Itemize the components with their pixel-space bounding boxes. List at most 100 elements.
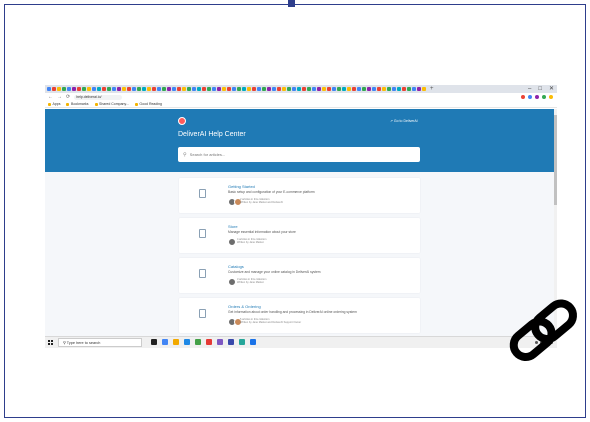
tab-favicon-icon[interactable] [347,87,351,91]
taskbar-app-icon[interactable] [173,339,179,345]
tab-favicon-icon[interactable] [57,87,61,91]
tab-favicon-icon[interactable] [167,87,171,91]
tab-favicon-icon[interactable] [292,87,296,91]
goto-deliverai-link[interactable]: ↗ Go to DeliverAI [390,119,418,123]
tab-favicon-icon[interactable] [282,87,286,91]
tab-favicon-icon[interactable] [372,87,376,91]
taskbar-app-icon[interactable] [217,339,223,345]
tab-favicon-icon[interactable] [222,87,226,91]
tab-favicon-icon[interactable] [387,87,391,91]
tab-favicon-icon[interactable] [287,87,291,91]
collection-card-orders[interactable]: Orders & Ordering Get information about … [179,298,420,333]
tab-favicon-icon[interactable] [377,87,381,91]
tab-favicon-icon[interactable] [77,87,81,91]
tab-favicon-icon[interactable] [152,87,156,91]
tab-favicon-icon[interactable] [402,87,406,91]
tab-favicon-icon[interactable] [392,87,396,91]
tab-favicon-icon[interactable] [137,87,141,91]
tab-favicon-icon[interactable] [67,87,71,91]
bookmark-shared[interactable]: Shared Company... [94,102,129,106]
tab-favicon-icon[interactable] [192,87,196,91]
tab-favicon-icon[interactable] [202,87,206,91]
taskbar-app-icon[interactable] [195,339,201,345]
tab-favicon-icon[interactable] [417,87,421,91]
collection-card-catalogs[interactable]: Catalogs Customize and manage your onlin… [179,258,420,293]
close-button[interactable]: ✕ [549,85,554,93]
tab-favicon-icon[interactable] [172,87,176,91]
tab-favicon-icon[interactable] [142,87,146,91]
tab-favicon-icon[interactable] [332,87,336,91]
collection-card-getting-started[interactable]: Getting Started Basic setup and configur… [179,178,420,213]
tab-favicon-icon[interactable] [52,87,56,91]
tab-favicon-icon[interactable] [227,87,231,91]
tab-favicon-icon[interactable] [312,87,316,91]
bookmark-bookmarks[interactable]: Bookmarks [66,102,89,106]
minimize-button[interactable]: – [528,85,531,93]
new-tab-button[interactable]: + [430,85,434,93]
windows-start-button[interactable] [48,340,53,345]
bookmark-good-reading[interactable]: Good Reading [134,102,162,106]
tab-favicon-icon[interactable] [82,87,86,91]
tab-favicon-icon[interactable] [217,87,221,91]
tab-favicon-icon[interactable] [232,87,236,91]
collection-card-store[interactable]: Store Manage essential information about… [179,218,420,253]
tab-favicon-icon[interactable] [407,87,411,91]
forward-button[interactable]: → [57,93,62,101]
tab-favicon-icon[interactable] [352,87,356,91]
tab-favicon-icon[interactable] [277,87,281,91]
taskbar-app-icon[interactable] [239,339,245,345]
tab-favicon-icon[interactable] [367,87,371,91]
taskbar-app-icon[interactable] [184,339,190,345]
tab-favicon-icon[interactable] [297,87,301,91]
back-button[interactable]: ← [48,93,53,101]
tab-favicon-icon[interactable] [247,87,251,91]
tab-favicon-icon[interactable] [357,87,361,91]
tab-favicon-icon[interactable] [397,87,401,91]
taskbar-app-icon[interactable] [250,339,256,345]
tab-favicon-icon[interactable] [102,87,106,91]
url-field[interactable]: help.deliverai.io/ [74,94,123,100]
tab-favicon-icon[interactable] [92,87,96,91]
logo-icon[interactable] [178,117,186,125]
tab-favicon-icon[interactable] [422,87,426,91]
tab-favicon-icon[interactable] [87,87,91,91]
taskbar-app-icon[interactable] [206,339,212,345]
tab-favicon-icon[interactable] [307,87,311,91]
extension-icon[interactable] [535,95,539,99]
extension-icon[interactable] [549,95,553,99]
search-box[interactable]: ⚲ [178,147,420,162]
taskbar-app-icon[interactable] [228,339,234,345]
tab-favicon-icon[interactable] [272,87,276,91]
tab-favicon-icon[interactable] [157,87,161,91]
tab-favicon-icon[interactable] [197,87,201,91]
extension-icon[interactable] [542,95,546,99]
taskbar-search[interactable]: ⚲ Type here to search [58,338,142,347]
tab-favicon-icon[interactable] [267,87,271,91]
reload-button[interactable]: ⟳ [66,93,70,101]
taskbar-app-icon[interactable] [162,339,168,345]
tab-favicon-icon[interactable] [327,87,331,91]
tab-favicon-icon[interactable] [252,87,256,91]
tab-favicon-icon[interactable] [162,87,166,91]
tab-favicon-icon[interactable] [177,87,181,91]
tab-favicon-icon[interactable] [127,87,131,91]
tab-favicon-icon[interactable] [187,87,191,91]
maximize-button[interactable]: □ [538,85,542,93]
search-input[interactable] [189,152,370,157]
tab-favicon-icon[interactable] [317,87,321,91]
scrollbar-thumb[interactable] [554,115,557,205]
tab-favicon-icon[interactable] [342,87,346,91]
tab-favicon-icon[interactable] [362,87,366,91]
tab-favicon-icon[interactable] [212,87,216,91]
tab-favicon-icon[interactable] [107,87,111,91]
extension-icon[interactable] [521,95,525,99]
tab-favicon-icon[interactable] [112,87,116,91]
bookmark-apps[interactable]: Apps [48,102,60,106]
tab-favicon-icon[interactable] [207,87,211,91]
extension-icon[interactable] [528,95,532,99]
tab-favicon-icon[interactable] [47,87,51,91]
tab-favicon-icon[interactable] [62,87,66,91]
tab-favicon-icon[interactable] [262,87,266,91]
tab-favicon-icon[interactable] [412,87,416,91]
tab-favicon-icon[interactable] [242,87,246,91]
